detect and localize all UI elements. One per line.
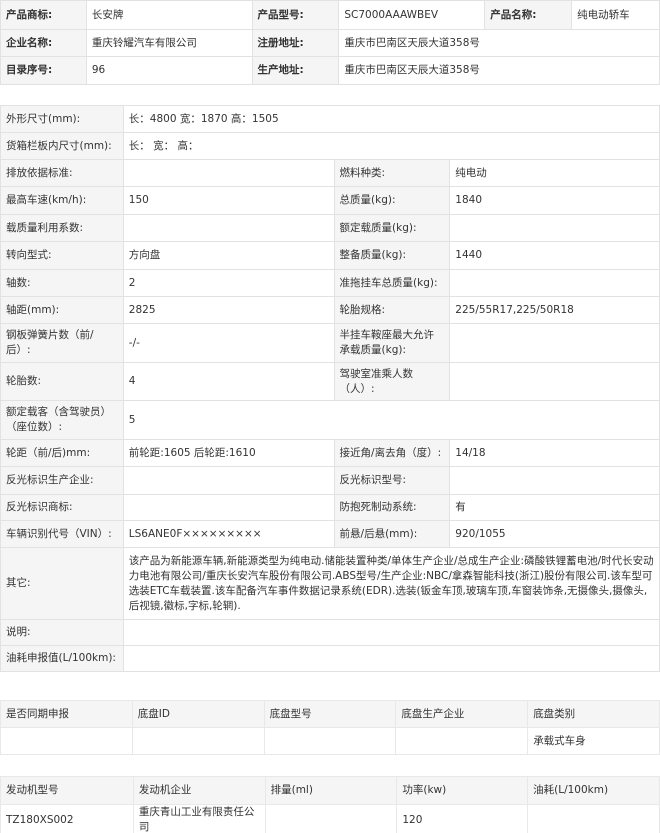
- semi-trailer-value: [449, 323, 660, 363]
- rated-load-value: [449, 214, 660, 242]
- chassis-header-type: 底盘类别: [527, 700, 660, 728]
- max-speed-label: 最高车速(km/h):: [0, 186, 124, 215]
- note-value: [122, 619, 660, 646]
- seats-label: 额定载客（含驾驶员）（座位数）:: [0, 400, 124, 440]
- wheelbase-value: 2825: [122, 296, 335, 324]
- axles-value: 2: [122, 269, 335, 297]
- chassis-header-company: 底盘生产企业: [395, 700, 529, 728]
- reflector-producer-value: [122, 466, 335, 495]
- load-util-label: 载质量利用系数:: [0, 214, 124, 242]
- engine-cell-model: TZ180XS002: [0, 804, 134, 833]
- reflector-model-label: 反光标识型号:: [333, 466, 451, 495]
- product-name-label: 产品名称:: [484, 0, 573, 30]
- trademark-value: 长安牌: [85, 0, 253, 30]
- wheelbase-label: 轴距(mm):: [0, 296, 124, 324]
- cargo-label: 货箱栏板内尺寸(mm):: [0, 132, 124, 160]
- vin-label: 车辆识别代号（VIN）:: [0, 520, 124, 548]
- engine-header-power: 功率(kw): [396, 776, 529, 805]
- trailer-mass-label: 准拖挂车总质量(kg):: [333, 269, 451, 297]
- max-speed-value: 150: [122, 186, 335, 215]
- seats-value: 5: [122, 400, 660, 440]
- dims-label: 外形尺寸(mm):: [0, 105, 124, 133]
- company-value: 重庆铃耀汽车有限公司: [85, 29, 253, 57]
- chassis-header-model: 底盘型号: [263, 700, 397, 728]
- engine-header-fuel: 油耗(L/100km): [527, 776, 660, 805]
- emission-label: 排放依据标准:: [0, 159, 124, 187]
- product-name-value: 纯电动轿车: [571, 0, 660, 30]
- engine-cell-power: 120: [396, 804, 529, 833]
- chassis-table: 是否同期申报 底盘ID 底盘型号 底盘生产企业 底盘类别 承载式车身: [0, 700, 660, 755]
- prod-addr-label: 生产地址:: [251, 56, 340, 85]
- catalog-label: 目录序号:: [0, 56, 87, 85]
- reflector-producer-label: 反光标识生产企业:: [0, 466, 124, 495]
- fuel-consumption-label: 油耗申报值(L/100km):: [0, 645, 124, 672]
- chassis-header-sync: 是否同期申报: [0, 700, 133, 728]
- overhang-label: 前悬/后悬(mm):: [333, 520, 451, 548]
- abs-value: 有: [449, 494, 660, 521]
- track-value: 前轮距:1605 后轮距:1610: [122, 439, 335, 467]
- reg-addr-label: 注册地址:: [251, 29, 340, 57]
- curb-weight-label: 整备质量(kg):: [333, 241, 451, 270]
- abs-label: 防抱死制动系统:: [333, 494, 451, 521]
- emission-value: [122, 159, 335, 187]
- engine-table: 发动机型号 发动机企业 排量(ml) 功率(kw) 油耗(L/100km) TZ…: [0, 776, 660, 833]
- spring-label: 钢板弹簧片数（前/后）:: [0, 323, 124, 363]
- angle-value: 14/18: [449, 439, 660, 467]
- fuel-consumption-value: [122, 645, 660, 672]
- chassis-cell-model: [263, 727, 397, 755]
- cab-capacity-label: 驾驶室准乘人数（人）:: [333, 362, 451, 401]
- overhang-value: 920/1055: [449, 520, 660, 548]
- model-value: SC7000AAAWBEV: [338, 0, 486, 30]
- chassis-cell-sync: [0, 727, 133, 755]
- engine-cell-fuel: [527, 804, 660, 833]
- rated-load-label: 额定载质量(kg):: [333, 214, 451, 242]
- reflector-mark-value: [122, 494, 335, 521]
- angle-label: 接近角/离去角（度）:: [333, 439, 451, 467]
- engine-header-company: 发动机企业: [132, 776, 266, 805]
- trademark-label: 产品商标:: [0, 0, 87, 30]
- note-label: 说明:: [0, 619, 124, 646]
- prod-addr-value: 重庆市巴南区天辰大道358号: [338, 56, 660, 85]
- engine-header-model: 发动机型号: [0, 776, 134, 805]
- total-mass-value: 1840: [449, 186, 660, 215]
- tire-count-label: 轮胎数:: [0, 362, 124, 401]
- axles-label: 轴数:: [0, 269, 124, 297]
- semi-trailer-label: 半挂车鞍座最大允许承载质量(kg):: [333, 323, 451, 363]
- reflector-mark-label: 反光标识商标:: [0, 494, 124, 521]
- reflector-model-value: [449, 466, 660, 495]
- parameters-table: 外形尺寸(mm): 长：4800 宽：1870 高：1505 货箱栏板内尺寸(m…: [0, 105, 660, 672]
- vin-value: LS6ANE0F×××××××××: [122, 520, 335, 548]
- engine-cell-company: 重庆青山工业有限责任公司: [132, 804, 266, 833]
- curb-weight-value: 1440: [449, 241, 660, 270]
- cargo-value: 长： 宽： 高：: [122, 132, 660, 160]
- tire-spec-label: 轮胎规格:: [333, 296, 451, 324]
- spring-value: -/-: [122, 323, 335, 363]
- tire-spec-value: 225/55R17,225/50R18: [449, 296, 660, 324]
- dims-value: 长：4800 宽：1870 高：1505: [122, 105, 660, 133]
- trailer-mass-value: [449, 269, 660, 297]
- cab-capacity-value: [449, 362, 660, 401]
- chassis-cell-company: [395, 727, 529, 755]
- track-label: 轮距（前/后)mm:: [0, 439, 124, 467]
- chassis-header-id: 底盘ID: [131, 700, 265, 728]
- reg-addr-value: 重庆市巴南区天辰大道358号: [338, 29, 660, 57]
- chassis-cell-id: [131, 727, 265, 755]
- other-label: 其它:: [0, 547, 124, 620]
- chassis-cell-type: 承载式车身: [527, 727, 660, 755]
- load-util-value: [122, 214, 335, 242]
- model-label: 产品型号:: [251, 0, 340, 30]
- other-value: 该产品为新能源车辆,新能源类型为纯电动.储能装置种类/单体生产企业/总成生产企业…: [122, 547, 660, 620]
- engine-cell-displacement: [264, 804, 398, 833]
- steering-value: 方向盘: [122, 241, 335, 270]
- catalog-value: 96: [85, 56, 253, 85]
- fuel-type-value: 纯电动: [449, 159, 660, 187]
- total-mass-label: 总质量(kg):: [333, 186, 451, 215]
- tire-count-value: 4: [122, 362, 335, 401]
- company-label: 企业名称:: [0, 29, 87, 57]
- product-info-table: 产品商标: 长安牌 产品型号: SC7000AAAWBEV 产品名称: 纯电动轿…: [0, 0, 660, 85]
- engine-header-displacement: 排量(ml): [264, 776, 398, 805]
- steering-label: 转向型式:: [0, 241, 124, 270]
- fuel-type-label: 燃料种类:: [333, 159, 451, 187]
